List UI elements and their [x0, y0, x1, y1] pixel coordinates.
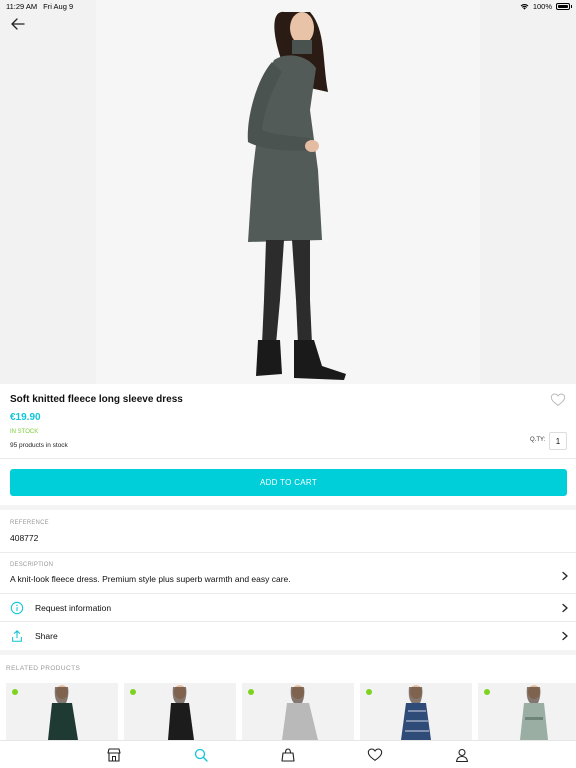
related-product-card[interactable] — [6, 683, 118, 740]
search-icon — [194, 748, 208, 762]
availability-dot — [130, 689, 136, 695]
section-divider — [0, 650, 576, 655]
request-information-label: Request information — [35, 603, 112, 613]
chevron-right-icon — [562, 603, 568, 613]
tab-account[interactable] — [454, 747, 470, 763]
tab-favorites[interactable] — [367, 747, 383, 763]
related-product-image — [168, 685, 194, 740]
reference-label: REFERENCE — [10, 520, 49, 526]
quantity-label: Q.TY: — [530, 437, 546, 443]
availability-dot — [248, 689, 254, 695]
related-product-card[interactable] — [360, 683, 472, 740]
arrow-left-icon — [11, 18, 25, 30]
related-products-title: RELATED PRODUCTS — [6, 665, 81, 672]
product-title: Soft knitted fleece long sleeve dress — [10, 393, 183, 405]
divider — [0, 458, 576, 459]
product-image-area — [0, 0, 576, 384]
related-product-card[interactable] — [478, 683, 576, 740]
related-product-card[interactable] — [242, 683, 354, 740]
favorite-button[interactable] — [550, 392, 566, 408]
info-icon — [10, 601, 24, 615]
availability-dot — [484, 689, 490, 695]
stock-count: 95 products in stock — [10, 442, 68, 449]
add-to-cart-button[interactable]: ADD TO CART — [10, 469, 567, 496]
related-product-card[interactable] — [124, 683, 236, 740]
chevron-right-icon — [562, 571, 568, 581]
heart-icon — [550, 393, 566, 406]
share-icon — [12, 630, 22, 642]
status-bar: 11:29 AM Fri Aug 9 100% — [0, 0, 576, 12]
tab-search[interactable] — [193, 747, 209, 763]
product-price: €19.90 — [10, 412, 41, 423]
tab-bag[interactable] — [280, 747, 296, 763]
related-product-image — [401, 685, 431, 740]
wifi-icon — [520, 3, 529, 10]
battery-percent: 100% — [532, 1, 552, 11]
tab-store[interactable] — [106, 747, 122, 763]
related-product-image — [282, 685, 318, 740]
bag-icon — [281, 747, 295, 762]
divider — [0, 552, 576, 553]
bottom-tab-bar — [0, 740, 576, 768]
related-product-image — [520, 685, 548, 740]
request-information-row[interactable]: Request information — [0, 594, 576, 622]
share-row[interactable]: Share — [0, 622, 576, 650]
share-label: Share — [35, 631, 58, 641]
reference-value: 408772 — [10, 533, 39, 543]
description-expand-button[interactable] — [560, 568, 570, 581]
stock-status: IN STOCK — [10, 429, 39, 435]
product-title-row: Soft knitted fleece long sleeve dress — [10, 388, 566, 410]
availability-dot — [366, 689, 372, 695]
availability-dot — [12, 689, 18, 695]
related-product-image — [48, 685, 78, 740]
status-time: 11:29 AM — [6, 1, 38, 11]
product-photo[interactable] — [96, 0, 480, 384]
user-icon — [456, 748, 469, 762]
back-button[interactable] — [8, 14, 28, 34]
related-products-list — [6, 683, 576, 740]
quantity-input[interactable]: 1 — [549, 432, 567, 450]
section-divider — [0, 505, 576, 510]
heart-icon — [367, 747, 383, 761]
store-icon — [107, 747, 121, 762]
battery-icon — [556, 2, 572, 10]
chevron-right-icon — [562, 631, 568, 641]
description-value: A knit-look fleece dress. Premium style … — [10, 574, 291, 584]
description-label: DESCRIPTION — [10, 562, 54, 568]
status-date: Fri Aug 9 — [43, 1, 74, 11]
